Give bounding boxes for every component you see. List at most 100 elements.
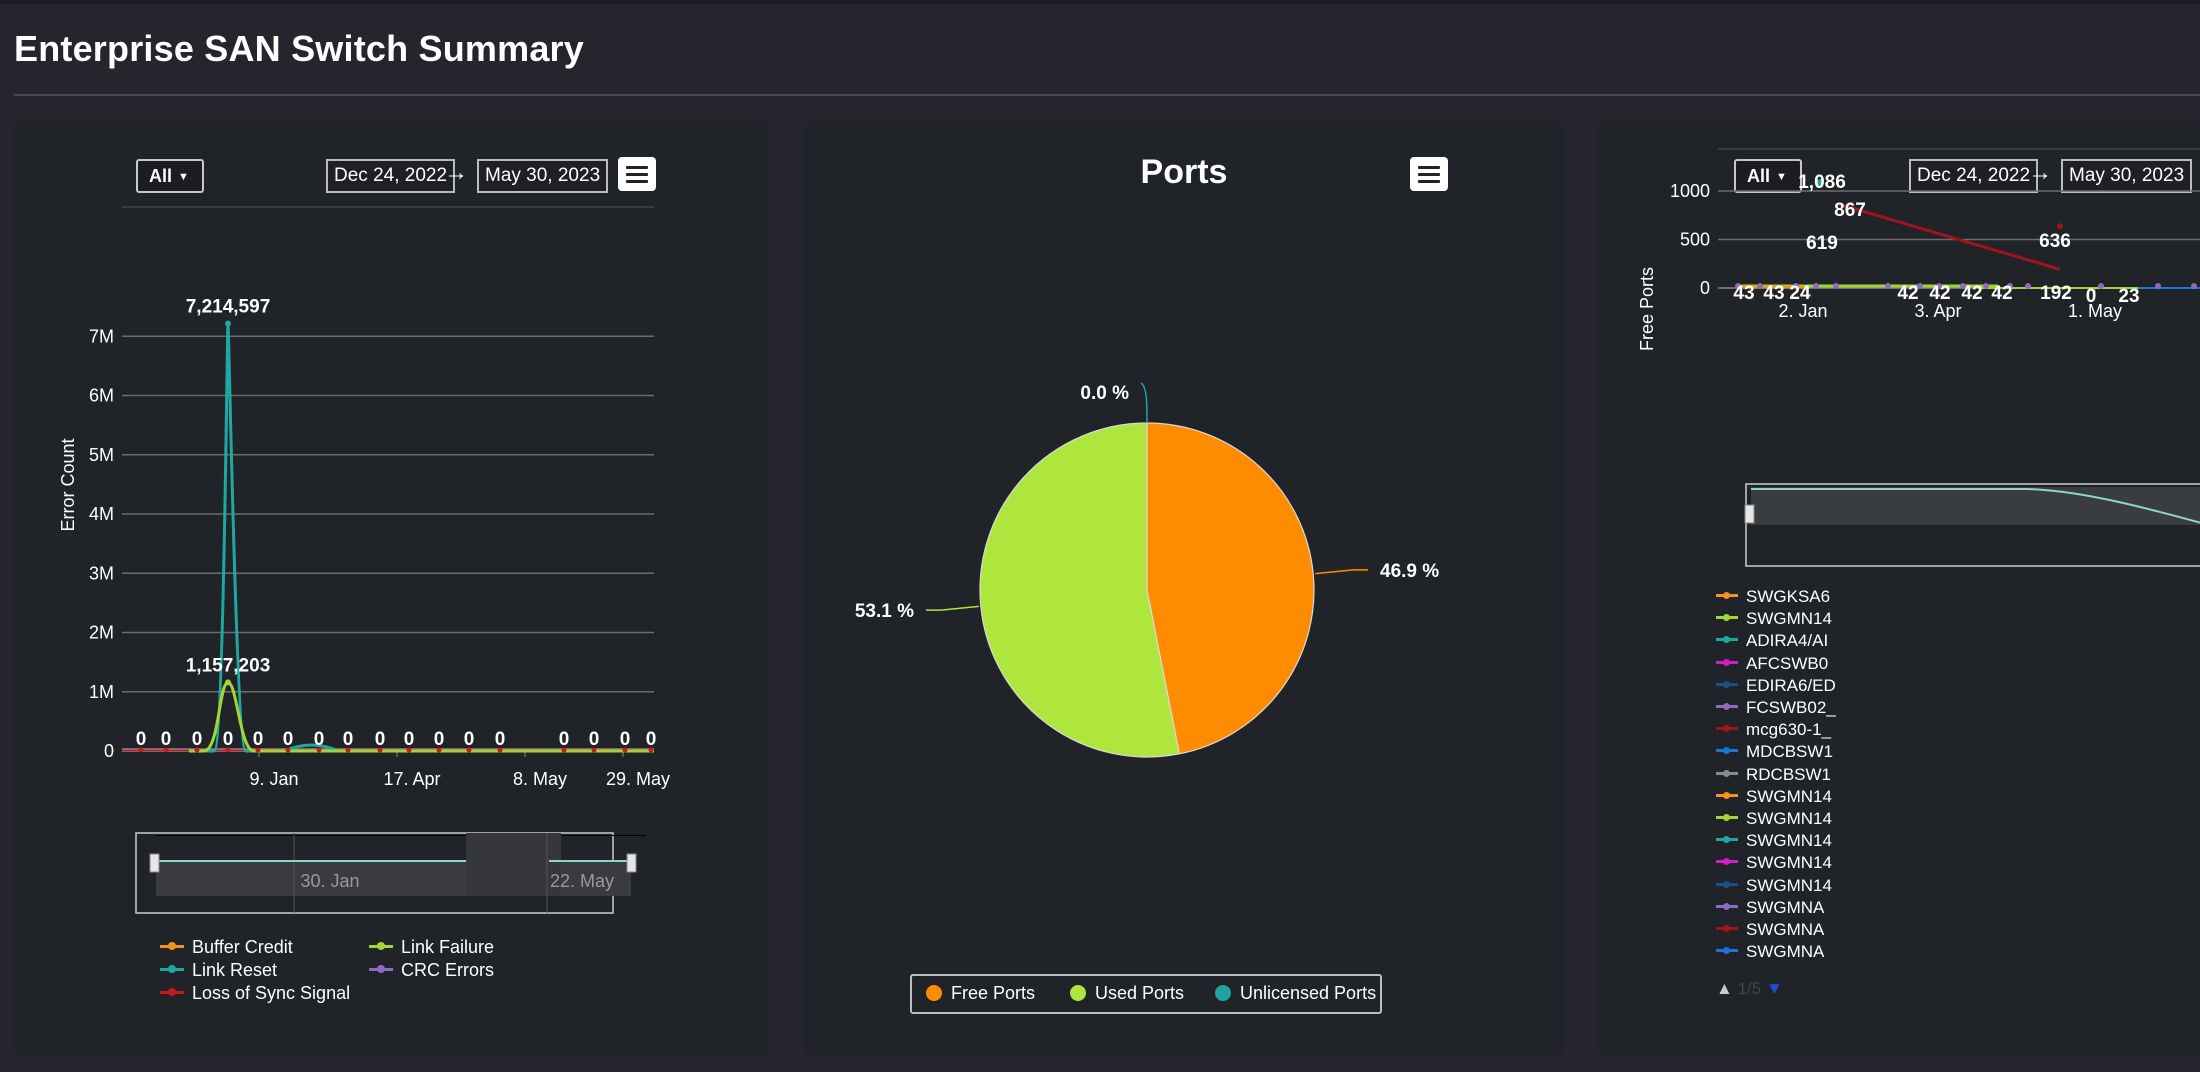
free-legend-item[interactable]: MDCBSW1 [1716,742,1833,764]
free-legend-item[interactable]: SWGMN14 [1716,787,1832,809]
y-tick-label: 1M [89,682,114,702]
legend-label: ADIRA4/AI [1746,631,1829,651]
pager-up-icon[interactable]: ▲ [1716,979,1733,998]
line-marker-icon [369,941,393,950]
data-point [2098,283,2104,289]
legend-label: Used Ports [1095,983,1185,1003]
free-legend-item[interactable]: SWGMNA [1716,898,1824,920]
legend-free-ports[interactable]: Free Ports [926,983,1035,1004]
free-legend-item[interactable]: FCSWB02_ [1716,698,1836,720]
circle-marker-icon [1215,985,1231,1001]
free-legend-item[interactable]: mcg630-1_ [1716,720,1831,742]
free-legend-item[interactable]: SWGKSA6 [1716,587,1830,609]
free-legend-item[interactable]: SWGMN14 [1716,609,1832,631]
free-legend-item[interactable]: SWGMN14 [1716,853,1832,875]
free-legend-item[interactable]: AFCSWB0 [1716,654,1828,676]
line-marker-icon [1716,658,1738,666]
data-point [1833,283,1839,289]
pager-down-icon[interactable]: ▼ [1766,979,1783,998]
free-legend-item[interactable]: EDIRA6/ED [1716,676,1836,698]
free-legend-item[interactable]: SWGMN14 [1716,876,1832,898]
legend-label: Free Ports [951,983,1036,1003]
free-data-label: 636 [2039,231,2071,252]
legend-label: FCSWB02_ [1746,698,1836,717]
legend-label: SWGMN14 [1746,831,1832,851]
free-legend-item[interactable]: ADIRA4/AI [1716,631,1828,653]
free-legend-item[interactable]: SWGMNA [1716,920,1824,942]
line-marker-icon [160,964,184,973]
pie-data-label: 53.1 % [855,601,914,622]
zero-data-label: 0 [434,729,445,750]
free-data-label: 1,086 [1798,172,1846,193]
line-marker-icon [1716,725,1738,733]
legend-label: SWGMN14 [1746,786,1832,806]
line-marker-icon [1716,614,1738,622]
circle-marker-icon [1070,985,1086,1001]
y-tick-label: 6M [89,386,114,406]
data-point [2191,283,2197,289]
pie-connector [925,605,979,611]
data-point [2025,283,2031,289]
legend-unlicensed-ports[interactable]: Unlicensed Ports [1215,983,1376,1004]
line-marker-icon [1716,680,1738,688]
ports-legend: Free Ports Used Ports Unlicensed Ports [910,974,1382,1014]
x-tick-label: 17. Apr [383,769,440,789]
top-strip [0,0,2200,4]
free-legend-item[interactable]: RDCBSW1 [1716,765,1831,787]
series-mcg630-line [1837,202,2061,271]
peak-data-label: 7,214,597 [186,297,271,318]
legend-loss-of-sync[interactable]: Loss of Sync Signal [160,983,350,1004]
legend-used-ports[interactable]: Used Ports [1070,983,1184,1004]
navigator-left-handle-icon [149,853,160,873]
y-tick-label: 0 [104,741,114,761]
legend-label: SWGMN14 [1746,875,1832,895]
pie-data-label: 0.0 % [1080,383,1129,404]
free-data-label: 0 [2086,286,2097,307]
free-ports-chart: 05001000Free Ports2. Jan3. Apr1. May29.1… [1637,148,2200,567]
pie-slice-free-ports [1146,422,1315,755]
y-tick-label: 500 [1680,230,1710,250]
legend-label: AFCSWB0 [1746,653,1829,673]
zero-data-label: 0 [283,729,294,750]
line-marker-icon [1716,947,1738,955]
x-tick-label: 8. May [513,769,567,789]
line-marker-icon [160,941,184,950]
navigator-left-handle-icon [1744,504,1755,524]
free-legend-item[interactable]: SWGMN14 [1716,831,1832,853]
navigator-right-handle-icon [626,853,637,873]
zero-data-label: 0 [464,729,475,750]
series-link-failure-peak-point [225,679,231,686]
series-link-reset-peak-point [225,320,231,327]
legend-label: Buffer Credit [192,937,293,957]
zero-data-label: 0 [559,729,570,750]
x-tick-label: 3. Apr [1914,301,1961,321]
pie-data-label: 46.9 % [1380,561,1439,582]
navigator-spacer-2 [156,835,646,836]
line-marker-icon [1716,902,1738,910]
legend-crc-errors[interactable]: CRC Errors [369,960,494,981]
x-tick-label: 9. Jan [249,769,298,789]
y-tick-label: 7M [89,326,114,346]
free-data-label: 43 [1733,283,1754,304]
legend-label: Loss of Sync Signal [192,983,351,1003]
free-legend-item[interactable]: SWGMN14 [1716,809,1832,831]
zero-data-label: 0 [589,729,600,750]
legend-link-failure[interactable]: Link Failure [369,937,494,958]
legend-buffer-credit[interactable]: Buffer Credit [160,937,293,958]
free-data-label: 42 [1961,283,1982,304]
y-tick-label: 5M [89,445,114,465]
free-data-label: 42 [1991,283,2012,304]
free-ports-panel: All ▼ Dec 24, 2022 → May 30, 2023 0 500 100… [1598,121,2200,1056]
free-legend-item[interactable]: SWGMNA [1716,942,1824,962]
line-marker-icon [1716,791,1738,799]
zero-data-label: 0 [223,729,234,750]
free-data-label: 24 [1789,283,1811,304]
line-marker-icon [1716,836,1738,844]
legend-label: SWGMNA [1746,920,1825,939]
ports-panel: Ports 46.9 % 53.1 % 0.0 % Free Ports Used … [805,121,1563,1056]
free-data-label: 42 [1929,283,1950,304]
legend-link-reset[interactable]: Link Reset [160,960,277,981]
y-axis-title: Error Count [58,438,78,531]
y-tick-label: 0 [1700,278,1710,298]
legend-label: MDCBSW1 [1746,742,1833,762]
